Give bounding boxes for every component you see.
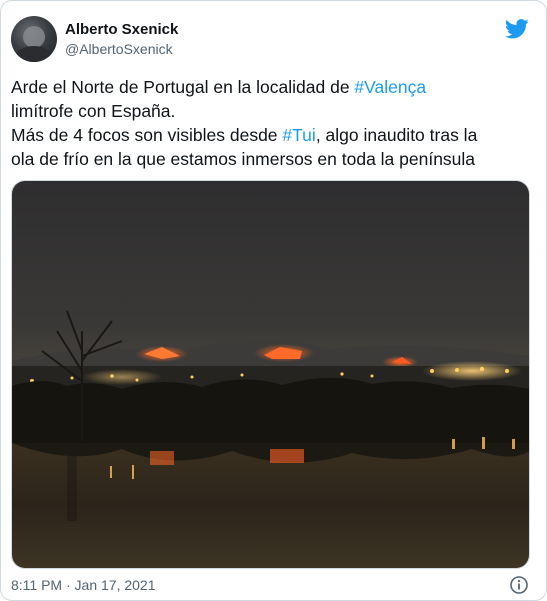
avatar-face (23, 26, 45, 48)
hashtag-valenca[interactable]: #Valença (354, 77, 426, 97)
tweet-line-3: Más de 4 focos son visibles desde #Tui, … (11, 123, 536, 147)
tweet-line-2: limítrofe con España. (11, 101, 176, 121)
hashtag-tui[interactable]: #Tui (282, 125, 315, 145)
author-handle[interactable]: @AlbertoSxenick (65, 41, 173, 57)
tweet-line-1: Arde el Norte de Portugal en la localida… (11, 75, 536, 99)
avatar-body (15, 46, 53, 62)
tweet-line-1-text: Arde el Norte de Portugal en la localida… (11, 77, 355, 97)
tweet-timestamp[interactable]: 8:11 PM · Jan 17, 2021 (11, 577, 156, 593)
author-name[interactable]: Alberto Sxenick (65, 21, 178, 38)
avatar[interactable] (11, 16, 57, 62)
tweet-card: Alberto Sxenick @AlbertoSxenick Arde el … (0, 0, 547, 601)
tweet-line-4: ola de frío en la que estamos inmersos e… (11, 149, 476, 169)
tweet-line-3-text-end: , algo inaudito tras la (315, 125, 478, 145)
tweet-text: Arde el Norte de Portugal en la localida… (11, 75, 536, 171)
tweet-photo[interactable] (11, 180, 530, 569)
twitter-bird-icon[interactable] (505, 19, 529, 39)
tweet-line-3-text: Más de 4 focos son visibles desde (11, 125, 283, 145)
night-fire-photo (12, 181, 529, 568)
info-icon[interactable] (509, 575, 529, 595)
